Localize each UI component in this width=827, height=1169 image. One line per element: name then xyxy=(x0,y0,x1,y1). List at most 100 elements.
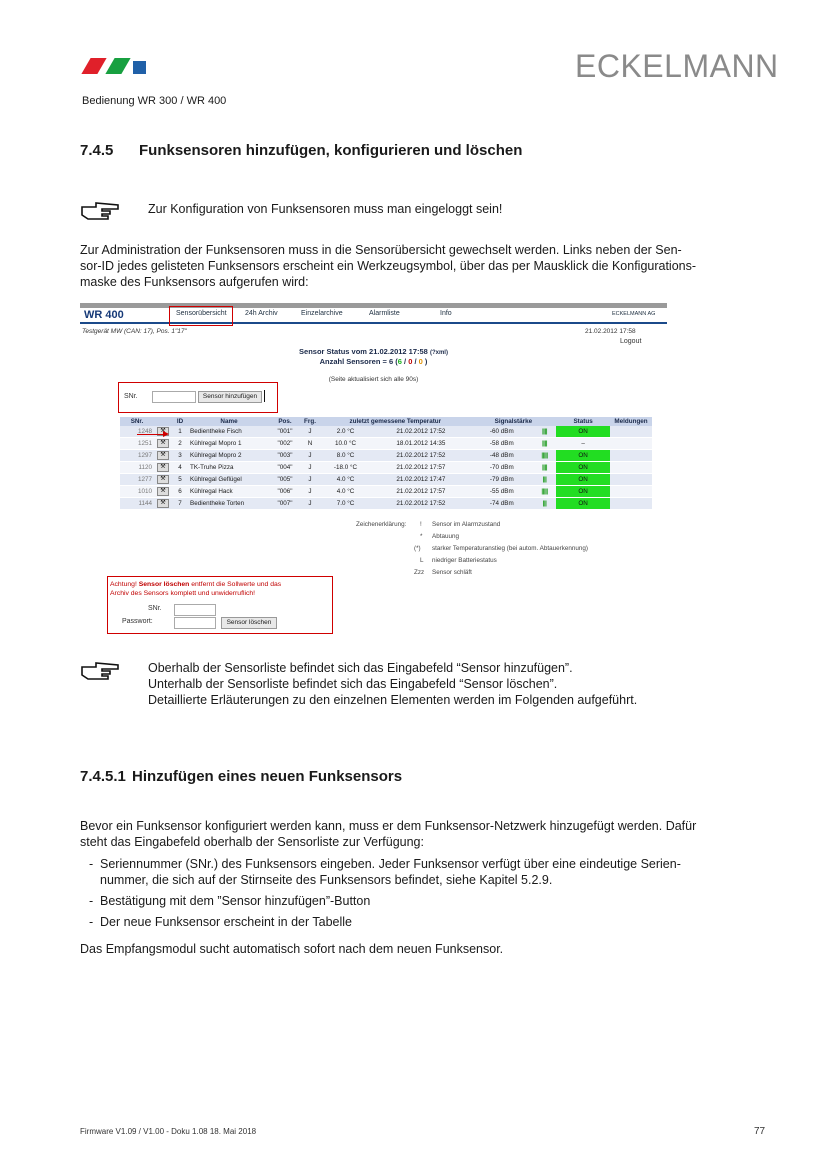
col-name: Name xyxy=(188,417,270,426)
logout-link[interactable]: Logout xyxy=(620,338,641,345)
row-name: Kühlregal Mopro 2 xyxy=(188,449,270,462)
subsection-number: 7.4.5.1 xyxy=(80,768,126,785)
row-pos-text: "004" xyxy=(277,464,293,471)
row-temp: 4.0 °C xyxy=(320,473,372,486)
delete-snr-input[interactable] xyxy=(174,604,216,616)
wrench-icon[interactable]: ⚒ xyxy=(157,475,169,484)
row-signal-text: -74 dBm xyxy=(489,500,514,507)
logo-green-diamond xyxy=(105,58,131,74)
row-temp: 4.0 °C xyxy=(320,485,372,498)
wrench-icon[interactable]: ⚒ xyxy=(157,439,169,448)
row-signal-text: -70 dBm xyxy=(489,464,514,471)
row-signal-text: -79 dBm xyxy=(489,476,514,483)
wrench-icon[interactable]: ⚒ xyxy=(157,463,169,472)
nav-alarmliste[interactable]: Alarmliste xyxy=(369,310,400,317)
row-pos-text: "005" xyxy=(277,476,293,483)
step-1-line-2: nummer, die sich auf der Stirnseite des … xyxy=(100,873,553,887)
row-frg: J xyxy=(300,497,320,510)
row-bars-text: |||| xyxy=(542,464,548,471)
table-row: 1120 ⚒ 4 TK-Truhe Pizza "004" J -18.0 °C 21.02.… xyxy=(120,461,652,474)
nav-info[interactable]: Info xyxy=(440,310,452,317)
row-pos-text: "007" xyxy=(277,500,293,507)
row-time: 21.02.2012 17:52 xyxy=(371,426,471,438)
text-cursor xyxy=(264,390,265,402)
row-signal: -55 dBm xyxy=(470,485,533,498)
delete-snr-label: SNr. xyxy=(148,605,162,612)
note2-line-2: Unterhalb der Sensorliste befindet sich … xyxy=(148,677,558,691)
row-status-text: ON xyxy=(578,464,588,471)
row-temp: -18.0 °C xyxy=(320,461,372,474)
row-status: ON xyxy=(556,485,611,498)
row-bars: ||| xyxy=(532,473,557,486)
row-snr: 1297 xyxy=(120,449,154,462)
row-pos: "005" xyxy=(270,473,300,486)
row-status: ON xyxy=(556,426,611,438)
row-snr-text: 1144 xyxy=(138,500,152,507)
row-temp: 8.0 °C xyxy=(320,449,372,462)
row-name: TK-Truhe Pizza xyxy=(188,461,270,474)
legend-symbol: L xyxy=(420,557,424,564)
wrench-icon[interactable]: ⚒ xyxy=(157,451,169,460)
row-id: 4 xyxy=(172,461,188,474)
row-frg: J xyxy=(300,485,320,498)
row-id: 7 xyxy=(172,497,188,510)
para2-line-1: Bevor ein Funksensor konfiguriert werden… xyxy=(80,819,697,833)
app-title: WR 400 xyxy=(84,309,124,321)
list-item: Der neue Funksensor erscheint in der Tab… xyxy=(80,914,760,930)
closing-text: Das Empfangsmodul sucht automatisch sofo… xyxy=(80,942,504,956)
brand-logo: ECKELMANN xyxy=(575,48,779,84)
xml-link[interactable]: (?xml) xyxy=(430,350,448,356)
intro-line-3: maske des Funksensors aufgerufen wird: xyxy=(80,275,309,289)
delete-sensor-button[interactable]: Sensor löschen xyxy=(221,617,277,629)
row-id-text: 4 xyxy=(178,464,182,471)
row-pos-text: "001" xyxy=(277,428,293,435)
nav-24h-archiv[interactable]: 24h Archiv xyxy=(245,310,278,317)
row-frg: J xyxy=(300,461,320,474)
warn-suffix: entfernt die Sollwerte und das xyxy=(189,581,282,588)
row-id: 2 xyxy=(172,437,188,450)
list-item: Bestätigung mit dem ”Sensor hinzufügen”-… xyxy=(80,893,760,909)
sensor-table: SNr. ID Name Pos. Frg. zuletzt gemessene… xyxy=(120,417,652,510)
row-name-text: Kühlregal Mopro 1 xyxy=(190,440,242,447)
warn-bold: Sensor löschen xyxy=(138,581,190,588)
row-time: 21.02.2012 17:52 xyxy=(371,497,471,510)
row-frg-text: J xyxy=(308,500,312,507)
row-snr-text: 1277 xyxy=(137,476,152,483)
row-frg: J xyxy=(300,473,320,486)
legend-symbol: (*) xyxy=(414,545,421,552)
legend-text: niedriger Batteriestatus xyxy=(432,557,497,564)
add-sensor-button[interactable]: Sensor hinzufügen xyxy=(198,391,262,403)
row-pos-text: "003" xyxy=(277,452,293,459)
row-time-text: 21.02.2012 17:52 xyxy=(396,500,446,507)
wrench-icon[interactable]: ⚒ xyxy=(157,487,169,496)
warn-line-2: Archiv des Sensors komplett und unwiderr… xyxy=(110,590,256,597)
legend-text: starker Temperaturanstieg (bei autom. Ab… xyxy=(432,545,588,552)
row-bars-text: ||||| xyxy=(541,452,548,459)
password-input[interactable] xyxy=(174,617,216,629)
row-id: 6 xyxy=(172,485,188,498)
row-meldungen xyxy=(610,449,652,462)
sensor-table-header: SNr. ID Name Pos. Frg. zuletzt gemessene… xyxy=(120,417,652,426)
logo-blue-square xyxy=(133,61,146,74)
row-time-text: 21.02.2012 17:47 xyxy=(396,476,446,483)
footer-left: Firmware V1.09 / V1.00 - Doku 1.08 18. M… xyxy=(80,1127,257,1136)
row-status: ON xyxy=(556,461,611,474)
row-meldungen xyxy=(610,437,652,450)
row-snr: 1277 xyxy=(120,473,154,486)
document-subtitle: Bedienung WR 300 / WR 400 xyxy=(82,95,227,107)
row-bars: ||||| xyxy=(532,485,557,498)
row-time: 21.02.2012 17:57 xyxy=(371,485,471,498)
row-snr-text: 1120 xyxy=(138,464,152,471)
row-signal-text: -60 dBm xyxy=(489,428,514,435)
row-snr: 1251 xyxy=(120,437,154,450)
device-info: Testgerät MW (CAN: 17), Pos. 1"17" xyxy=(82,328,187,335)
nav-highlight-box xyxy=(169,306,233,326)
row-status: ON xyxy=(556,473,611,486)
row-pos: "003" xyxy=(270,449,300,462)
nav-einzelarchive[interactable]: Einzelarchive xyxy=(301,310,343,317)
wrench-icon[interactable]: ⚒ xyxy=(157,499,169,508)
subsection-heading: 7.4.5.1 Hinzufügen eines neuen Funksenso… xyxy=(80,768,402,785)
col-meldungen: Meldungen xyxy=(610,417,652,426)
add-snr-input[interactable] xyxy=(152,391,196,403)
row-meldungen xyxy=(610,426,652,438)
